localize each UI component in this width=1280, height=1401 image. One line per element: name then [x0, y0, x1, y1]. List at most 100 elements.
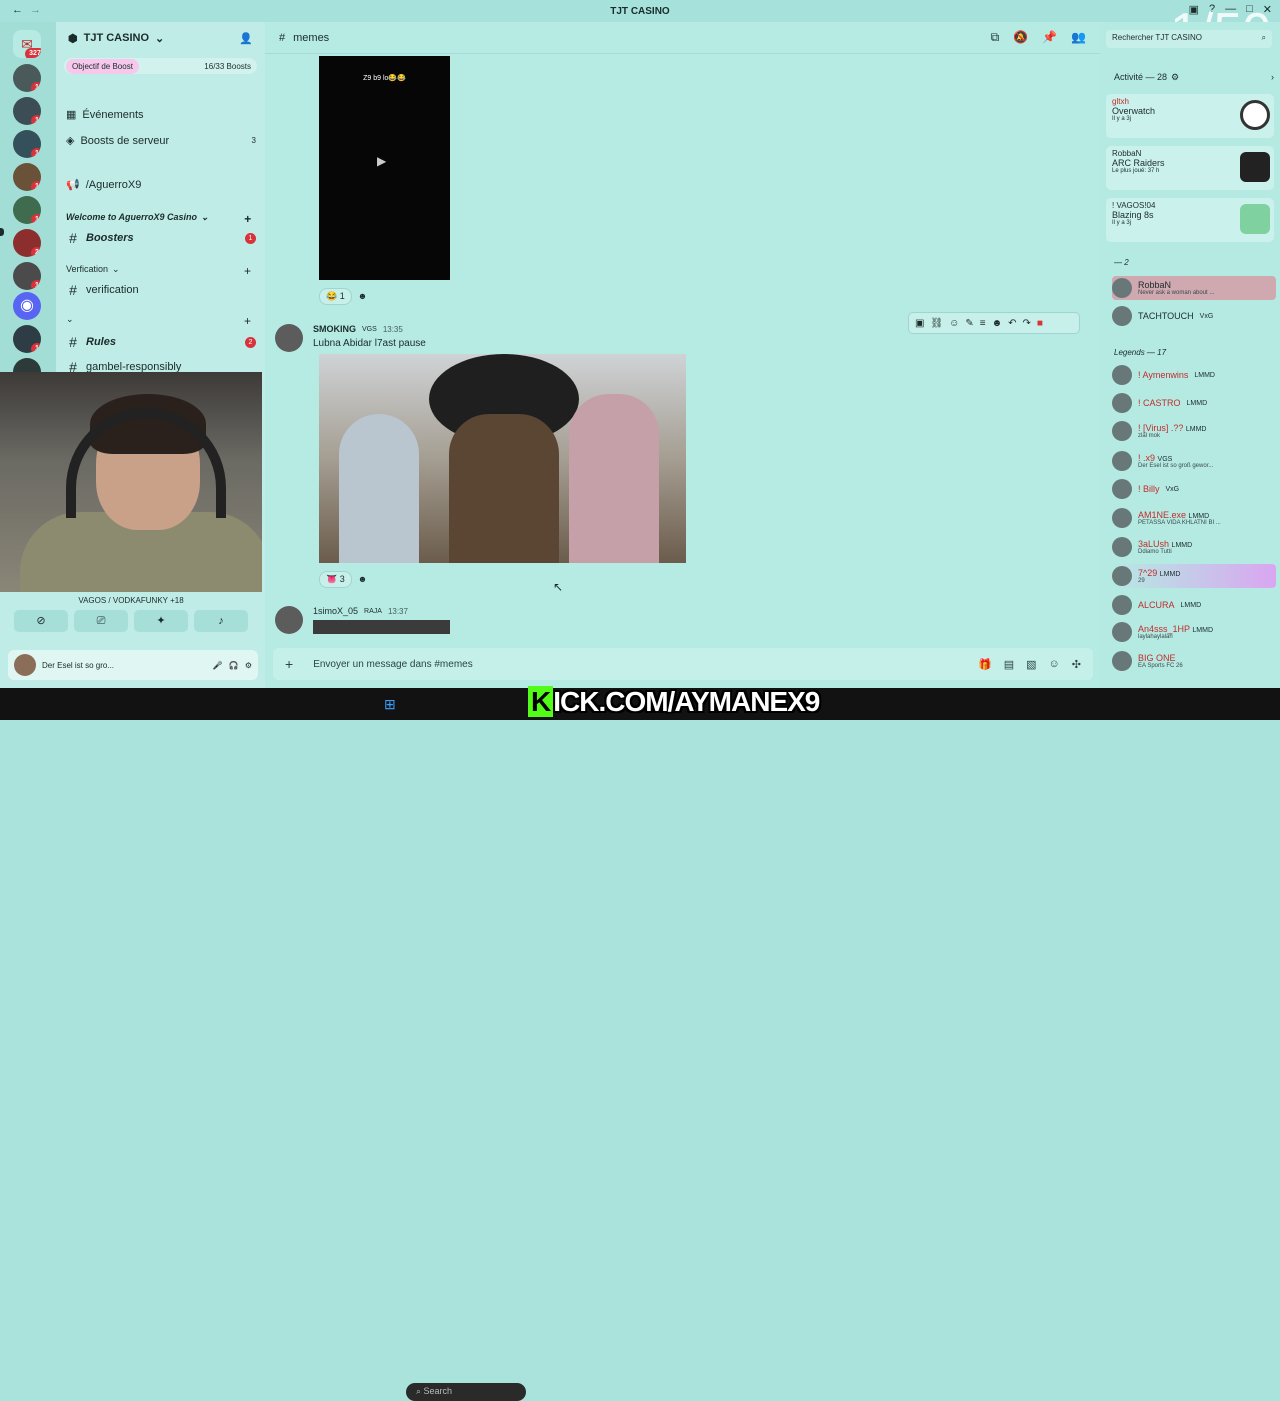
channel-boosters[interactable]: # Boosters 1 [66, 230, 256, 246]
user-panel[interactable]: Der Esel ist so gro... 🎤 🎧 ⚙ [8, 650, 258, 680]
camera-off-button[interactable]: ⊘ [14, 610, 68, 632]
mute-icon[interactable]: 🎤 [213, 661, 223, 670]
add-user-icon[interactable]: 👤 [239, 32, 253, 45]
server-icon[interactable]: 1 [13, 262, 41, 290]
gift-icon[interactable]: 🎁 [978, 658, 992, 671]
activities-button[interactable]: ✦ [134, 610, 188, 632]
activity-card[interactable]: RobbaN ARC Raiders Le plus joué: 37 h [1106, 146, 1274, 190]
member-item[interactable]: ! Aymenwins LMMD [1112, 363, 1276, 387]
pin-icon[interactable]: 📌 [1042, 30, 1057, 45]
member-item[interactable]: ! Billy VxG [1112, 477, 1276, 501]
message-input[interactable]: Envoyer un message dans #memes [313, 659, 473, 670]
member-item[interactable]: ! CASTRO LMMD [1112, 391, 1276, 415]
soundboard-button[interactable]: ♪ [194, 610, 248, 632]
deafen-icon[interactable]: 🎧 [229, 661, 239, 670]
timestamp: 13:37 [387, 606, 408, 616]
taskbar-search[interactable]: ⌕ Search [406, 1383, 526, 1401]
link-icon[interactable]: ⛓ [930, 318, 943, 329]
windows-icon[interactable]: ⊞ [384, 696, 396, 713]
author-name[interactable]: SMOKING [313, 324, 356, 334]
member-item[interactable]: ! [Virus] .?? LMMD zlal mok [1112, 419, 1276, 443]
emoji-icon[interactable]: ☺ [949, 318, 959, 329]
hash-icon: # [279, 31, 286, 44]
server-icon[interactable]: 1 [13, 130, 41, 158]
member-item[interactable]: TACHTOUCH VxG [1112, 304, 1276, 328]
member-item[interactable]: An4sss_1HP LMMD laylahaylalah [1112, 620, 1276, 644]
member-status: PETASSA VIDA KHLATNI BI ... [1138, 520, 1221, 526]
thread-icon[interactable]: ≡ [980, 318, 986, 329]
member-item[interactable]: ALCURA LMMD [1112, 593, 1276, 617]
channel-server-boosts[interactable]: ◈ Boosts de serveur 3 [66, 134, 256, 148]
member-status: 29 [1138, 578, 1145, 584]
boost-goal-bar[interactable]: Objectif de Boost 16/33 Boosts [64, 58, 257, 74]
category-verification[interactable]: Verfication ⌄ + [66, 264, 251, 278]
chevron-down-icon: ⌄ [112, 264, 120, 274]
image-attachment[interactable] [319, 354, 686, 563]
server-icon[interactable]: 1 [13, 325, 41, 353]
reaction-button[interactable]: 👅 3 [319, 570, 352, 588]
members-icon[interactable]: 👥 [1071, 30, 1086, 45]
member-status: Der Esel ist so groß gewor... [1138, 463, 1214, 469]
screen-share-button[interactable]: ⎚ [74, 610, 128, 632]
video-attachment[interactable]: Z9 b9 lo😂😂 ▶ [319, 56, 450, 280]
guild-header[interactable]: ⬢ TJT CASINO ⌄ 👤 [56, 22, 265, 54]
react-icon[interactable]: ☻ [992, 318, 1003, 329]
add-reaction-icon[interactable]: ☻ [358, 574, 367, 584]
sticker-icon[interactable]: ▧ [1026, 658, 1036, 671]
add-channel-icon[interactable]: + [244, 264, 251, 278]
member-name: AM1NE.exe [1138, 510, 1187, 520]
channel-events[interactable]: ▦ Événements [66, 108, 256, 122]
unread-badge: 2 [245, 336, 256, 348]
avatar[interactable] [275, 324, 303, 352]
member-item[interactable]: ! .x9 VGS Der Esel ist so groß gewor... [1112, 449, 1276, 473]
server-icon[interactable]: 1 [13, 97, 41, 125]
add-attachment-icon[interactable]: + [285, 656, 293, 672]
category-welcome[interactable]: Welcome to AguerroX9 Casino ⌄ + [66, 212, 251, 226]
reaction-button[interactable]: 😂 1 [319, 287, 352, 305]
mute-channel-icon[interactable]: 🔕 [1013, 30, 1028, 45]
delete-icon[interactable]: ■ [1037, 318, 1043, 329]
app-icon[interactable]: ▣ [915, 318, 924, 329]
channel-rules[interactable]: # Rules 2 [66, 334, 256, 350]
server-icon[interactable]: 1 [13, 163, 41, 191]
member-item[interactable]: 3aLUsh LMMD Ddiamo Tutti [1112, 535, 1276, 559]
dm-home-icon[interactable]: ✉ 327 [13, 30, 41, 58]
threads-icon[interactable]: ⧉ [991, 30, 1000, 45]
server-icon[interactable]: 2 [13, 229, 41, 257]
author-name[interactable]: 1simoX_05 [313, 606, 358, 616]
member-status: EA Sports FC 26 [1138, 663, 1183, 669]
channel-verification[interactable]: # verification [66, 282, 256, 298]
image-attachment[interactable] [313, 620, 450, 634]
gear-icon[interactable]: ⚙ [245, 661, 252, 670]
discord-icon[interactable]: ◉ [13, 292, 41, 320]
add-channel-icon[interactable]: + [244, 314, 251, 328]
message-composer[interactable]: + Envoyer un message dans #memes 🎁 ▤ ▧ ☺… [273, 648, 1093, 680]
emoji-icon[interactable]: ☺ [1049, 658, 1060, 671]
role-header: — 2 [1114, 258, 1129, 267]
activity-card[interactable]: gltxh Overwatch Il y a 3j [1106, 94, 1274, 138]
play-icon[interactable]: ▶ [377, 154, 386, 168]
activity-header[interactable]: Activité — 28 ⚙ › [1114, 72, 1274, 83]
add-channel-icon[interactable]: + [244, 212, 251, 226]
pin-icon[interactable]: ✎ [965, 318, 973, 329]
member-item[interactable]: RobbaN Never ask a woman about ... [1112, 276, 1276, 300]
server-icon[interactable]: 1 [13, 64, 41, 92]
reactions-row: 😂 1 ☻ [319, 287, 367, 305]
category-unnamed[interactable]: ⌄ + [66, 314, 251, 328]
member-item[interactable]: AM1NE.exe LMMD PETASSA VIDA KHLATNI BI ..… [1112, 506, 1276, 530]
member-item[interactable]: 7^29 LMMD 29 [1112, 564, 1276, 588]
activity-card[interactable]: ! VAGOS!04 Blazing 8s Il y a 3j [1106, 198, 1274, 242]
search-input[interactable]: Rechercher TJT CASINO ⌕ [1106, 30, 1272, 48]
add-reaction-icon[interactable]: ☻ [358, 291, 367, 301]
channel-aguerro[interactable]: 📢 /AguerroX9 [66, 178, 256, 192]
server-icon[interactable]: 1 [13, 196, 41, 224]
member-item[interactable]: BIG ONE EA Sports FC 26 [1112, 649, 1276, 673]
reply-icon[interactable]: ↶ [1008, 318, 1016, 329]
avatar[interactable] [275, 606, 303, 634]
avatar [1112, 421, 1132, 441]
member-tag: VGS [1157, 456, 1173, 463]
apps-icon[interactable]: ✣ [1072, 658, 1081, 671]
gif-icon[interactable]: ▤ [1004, 658, 1014, 671]
forward-icon[interactable]: ↷ [1023, 318, 1031, 329]
chat-area: # memes ⧉ 🔕 📌 👥 Z9 b9 lo😂😂 ▶ 😂 1 ☻ SMOKI… [265, 22, 1100, 688]
